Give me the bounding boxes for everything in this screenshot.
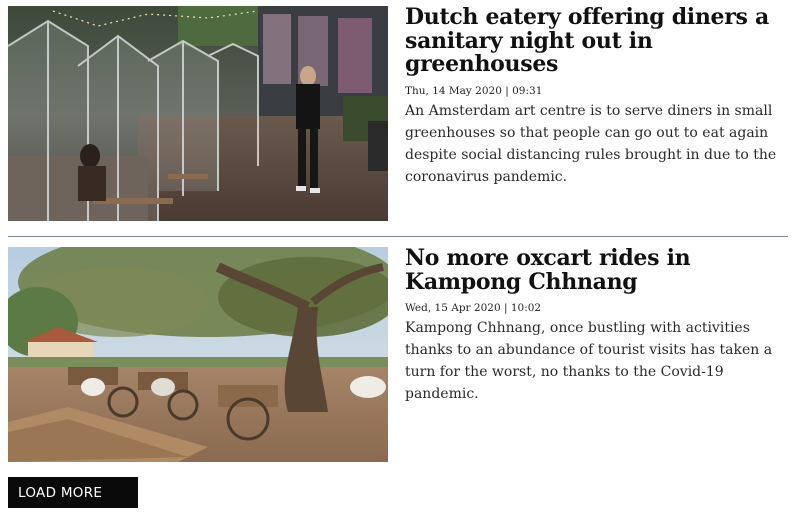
article-thumbnail-oxcarts[interactable] bbox=[8, 247, 388, 462]
article-text: Dutch eatery offering diners a sanitary … bbox=[405, 5, 790, 188]
article-date: Thu, 14 May 2020 | 09:31 bbox=[405, 84, 543, 97]
article-thumbnail-greenhouse-diners[interactable] bbox=[8, 6, 388, 221]
article-summary: An Amsterdam art centre is to serve dine… bbox=[405, 102, 777, 185]
greenhouse-photo bbox=[8, 6, 388, 221]
article-date: Wed, 15 Apr 2020 | 10:02 bbox=[405, 302, 542, 314]
article-headline[interactable]: Dutch eatery offering diners a sanitary … bbox=[405, 5, 790, 77]
article-text: No more oxcart rides in Kampong Chhnang … bbox=[405, 246, 790, 405]
article-headline[interactable]: No more oxcart rides in Kampong Chhnang bbox=[405, 246, 790, 294]
article-card: Dutch eatery offering diners a sanitary … bbox=[8, 5, 790, 222]
article-card: No more oxcart rides in Kampong Chhnang … bbox=[8, 246, 790, 463]
article-divider bbox=[8, 236, 788, 237]
load-more-button[interactable]: LOAD MORE bbox=[8, 477, 138, 508]
oxcart-photo bbox=[8, 247, 388, 462]
article-summary: Kampong Chhnang, once bustling with acti… bbox=[405, 320, 773, 402]
